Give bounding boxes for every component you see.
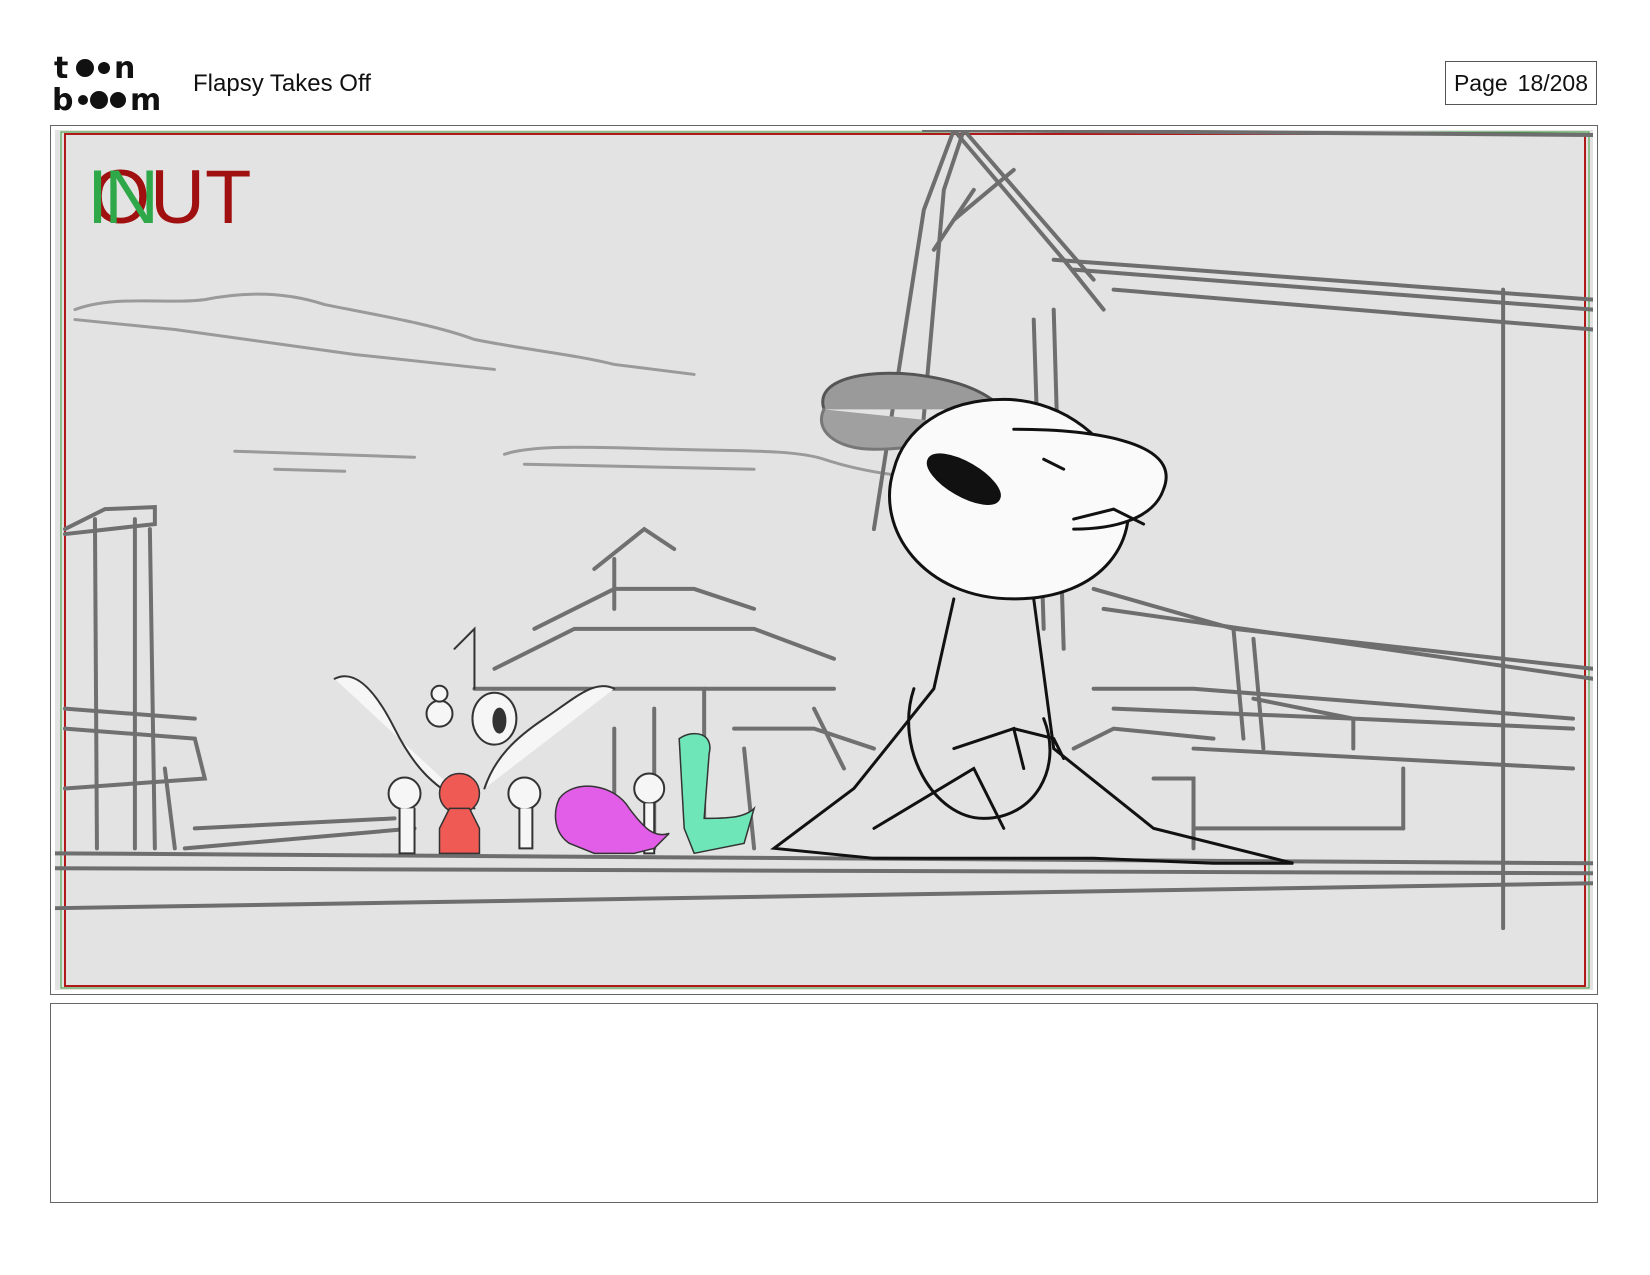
in-marker: IN (87, 155, 159, 240)
svg-text:t: t (54, 52, 68, 86)
page-indicator: Page 18/208 (1445, 61, 1597, 105)
svg-text:m: m (130, 83, 161, 114)
panel-drawing: OUT IN (55, 130, 1593, 990)
storyboard-title: Flapsy Takes Off (193, 70, 371, 97)
sketch-drawing (55, 130, 1593, 989)
panel-notes-box[interactable] (50, 1003, 1598, 1203)
svg-text:b: b (52, 83, 73, 114)
page-number: 18/208 (1517, 69, 1589, 96)
page-label: Page (1453, 69, 1508, 96)
svg-text:n: n (114, 52, 135, 86)
in-out-marker: OUT IN (87, 158, 287, 238)
toonboom-logo-icon: t n b m (52, 51, 172, 118)
storyboard-panel[interactable]: OUT IN (50, 125, 1598, 995)
